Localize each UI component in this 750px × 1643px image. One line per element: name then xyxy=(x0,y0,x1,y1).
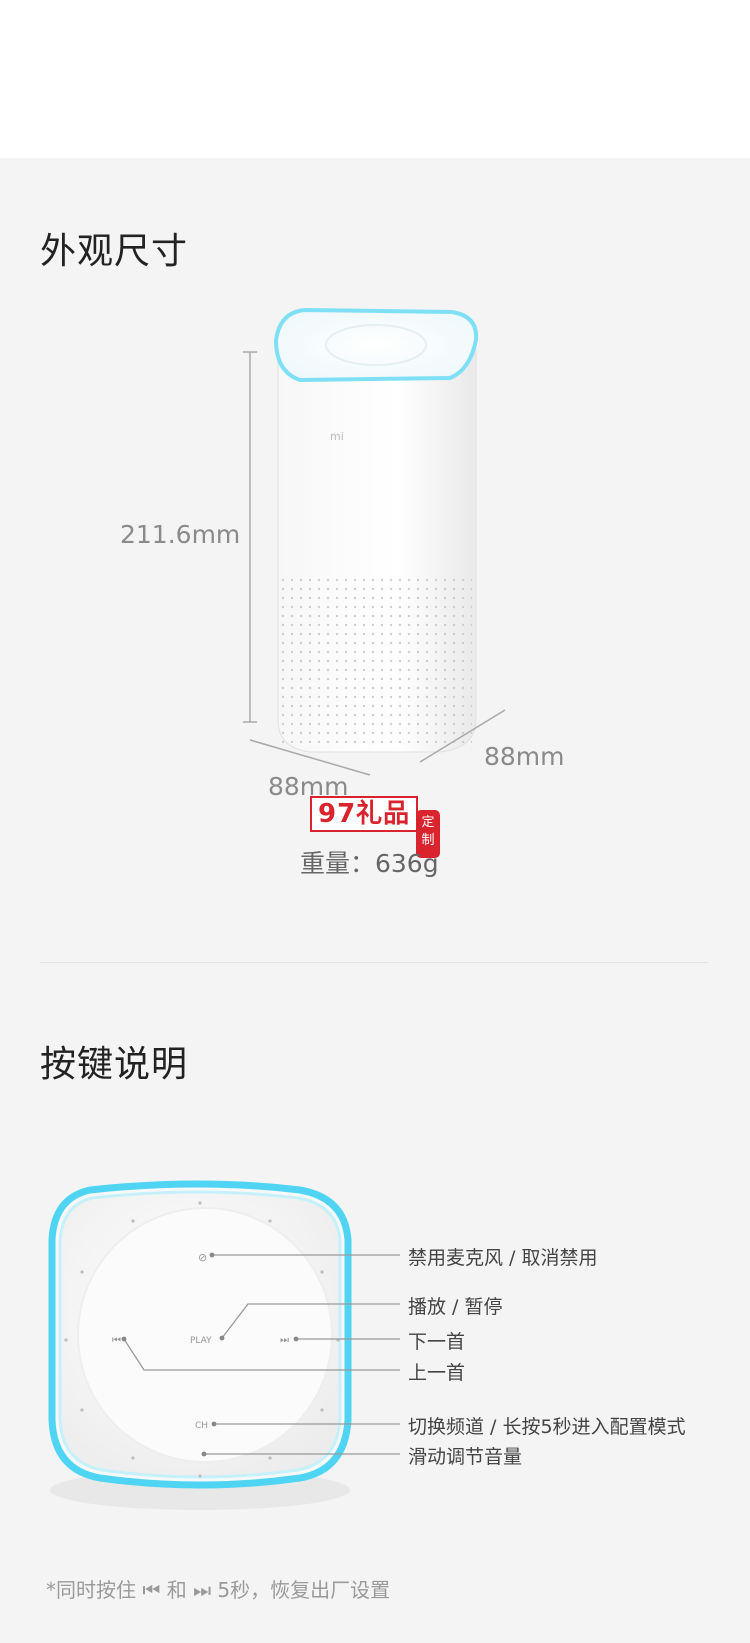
section-divider xyxy=(40,962,708,963)
brand-mark: mi xyxy=(330,430,344,443)
speaker-top-glow xyxy=(273,307,479,383)
watermark-logo: 97礼品 xyxy=(310,796,419,832)
section-title-buttons: 按键说明 xyxy=(40,1044,189,1085)
speaker-grille xyxy=(282,578,472,743)
weight-label: 重量：636g xyxy=(300,849,439,878)
callout-ch: 切换频道 / 长按5秒进入配置模式 xyxy=(408,1416,686,1438)
callout-prev: 上一首 xyxy=(408,1362,466,1384)
height-label: 211.6mm xyxy=(120,520,241,549)
callout-play: 播放 / 暂停 xyxy=(408,1296,503,1318)
depth-label: 88mm xyxy=(484,742,565,771)
callout-volume: 滑动调节音量 xyxy=(408,1446,523,1468)
factory-reset-note: *同时按住 ⏮ 和 ⏭ 5秒，恢复出厂设置 xyxy=(46,1578,391,1602)
callout-next: 下一首 xyxy=(408,1331,466,1353)
callout-mic: 禁用麦克风 / 取消禁用 xyxy=(408,1247,598,1269)
